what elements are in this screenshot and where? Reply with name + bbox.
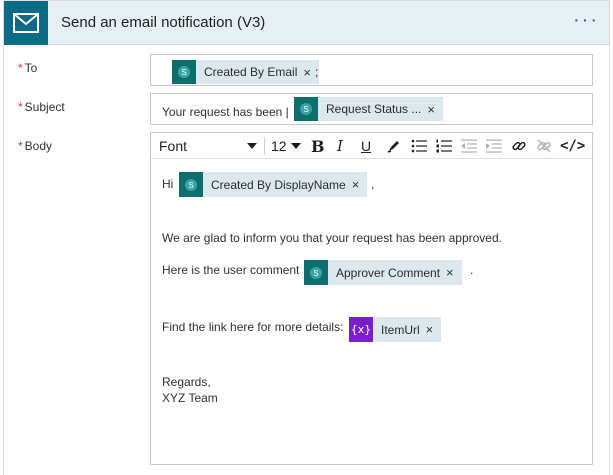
dynamic-token[interactable]: S Created By DisplayName × <box>179 172 368 197</box>
svg-text:S: S <box>181 68 186 77</box>
decrease-indent-button[interactable] <box>461 133 477 159</box>
font-value: Font <box>159 138 188 154</box>
expression-icon: {x} <box>349 317 373 342</box>
svg-text:S: S <box>188 181 193 190</box>
font-dropdown[interactable]: Font <box>159 133 257 159</box>
dynamic-token[interactable]: {x} ItemUrl × <box>349 317 442 342</box>
remove-token-button[interactable]: × <box>446 265 462 280</box>
subject-text: Your request has been | <box>162 105 289 119</box>
numbered-list-button[interactable] <box>436 133 452 159</box>
subject-label-text: Subject <box>24 100 65 114</box>
remove-token-button[interactable]: × <box>427 102 443 117</box>
punctuation-text: , <box>371 177 375 191</box>
body-label: * Body <box>18 139 52 153</box>
underline-button[interactable]: U <box>361 133 371 159</box>
remove-token-button[interactable]: × <box>426 322 442 337</box>
remove-token-button[interactable]: × <box>352 177 368 192</box>
greeting-text: Hi <box>162 177 174 191</box>
pen-icon <box>387 141 399 153</box>
svg-text:S: S <box>313 269 318 278</box>
to-label: * To <box>18 61 37 75</box>
to-label-text: To <box>24 61 38 75</box>
body-editor[interactable]: Font 12 B I U </> Hi S Created By Displa… <box>150 132 593 465</box>
sharepoint-icon: S <box>304 260 328 285</box>
chevron-down-icon <box>291 143 301 149</box>
link-icon <box>512 141 526 151</box>
token-label: Approver Comment <box>336 265 441 280</box>
remove-link-button[interactable] <box>536 133 552 159</box>
font-size-dropdown[interactable]: 12 <box>271 133 301 159</box>
more-options-button[interactable]: ··· <box>573 10 599 30</box>
closing-signature: XYZ Team <box>162 391 218 405</box>
chevron-down-icon <box>247 143 257 149</box>
body-line-approved: We are glad to inform you that your requ… <box>162 231 502 245</box>
token-label: Created By DisplayName <box>211 177 346 192</box>
rich-text-toolbar: Font 12 B I U </> <box>151 133 592 159</box>
bulleted-list-button[interactable] <box>411 133 427 159</box>
action-header[interactable]: Send an email notification (V3) ··· <box>4 1 609 45</box>
sharepoint-icon: S <box>172 60 196 84</box>
required-mark: * <box>18 100 23 114</box>
font-size-value: 12 <box>271 138 287 154</box>
unlink-icon <box>537 139 551 153</box>
subject-field[interactable]: Your request has been | S Request Status… <box>150 93 593 125</box>
increase-indent-button[interactable] <box>486 133 502 159</box>
highlight-button[interactable] <box>387 133 401 159</box>
mail-icon <box>4 1 48 45</box>
subject-label: * Subject <box>18 100 65 114</box>
dynamic-token[interactable]: S Request Status ... × <box>294 97 443 121</box>
body-line-link: Find the link here for more details: <box>162 320 344 334</box>
code-view-button[interactable]: </> <box>560 133 585 159</box>
bullet-list-icon <box>411 139 427 153</box>
token-label: Request Status ... <box>326 102 422 116</box>
closing-regards: Regards, <box>162 375 211 389</box>
indent-icon <box>486 139 502 153</box>
dynamic-token[interactable]: S Approver Comment × <box>304 260 462 285</box>
body-label-text: Body <box>24 139 53 153</box>
punctuation-text: . <box>470 263 474 277</box>
sharepoint-icon: S <box>179 172 203 197</box>
separator-text: ; <box>315 65 319 79</box>
to-field[interactable]: S Created By Email × ; <box>150 54 593 86</box>
dynamic-token[interactable]: S Created By Email × <box>172 60 319 84</box>
numbered-list-icon <box>436 139 452 153</box>
bold-button[interactable]: B <box>311 133 325 159</box>
italic-button[interactable]: I <box>337 133 343 159</box>
action-title: Send an email notification (V3) <box>61 14 266 31</box>
required-mark: * <box>18 139 23 153</box>
required-mark: * <box>18 61 23 75</box>
insert-link-button[interactable] <box>511 133 527 159</box>
outdent-icon <box>461 139 477 153</box>
token-label: Created By Email <box>204 65 298 79</box>
svg-text:S: S <box>303 105 308 114</box>
action-card: Send an email notification (V3) ··· * To … <box>3 0 610 475</box>
sharepoint-icon: S <box>294 97 318 121</box>
token-label: ItemUrl <box>381 322 420 337</box>
body-line-comment: Here is the user comment <box>162 263 300 277</box>
toolbar-divider <box>264 137 265 155</box>
